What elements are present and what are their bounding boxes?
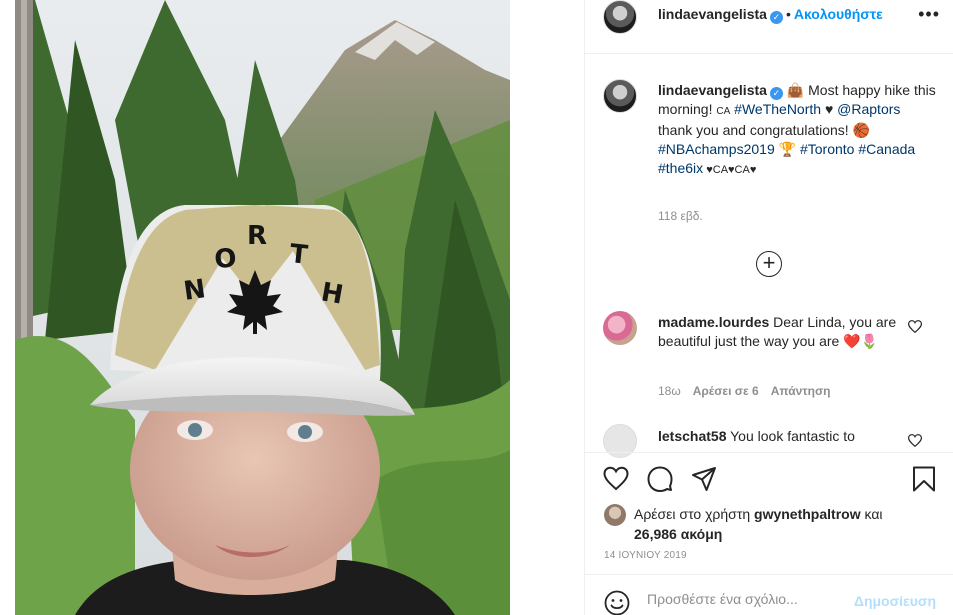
comment-bubble-icon[interactable] xyxy=(647,466,673,492)
photo-border-left xyxy=(0,0,15,615)
comment: madame.lourdes Dear Linda, you are beaut… xyxy=(658,313,910,351)
author-username[interactable]: lindaevangelista xyxy=(658,6,767,22)
more-options-icon[interactable]: ••• xyxy=(918,4,940,25)
share-send-icon[interactable] xyxy=(691,466,717,492)
comment-input[interactable] xyxy=(647,591,847,607)
svg-text:R: R xyxy=(247,221,267,251)
svg-text:N: N xyxy=(182,274,208,307)
likes-prefix: Αρέσει στο χρήστη xyxy=(634,506,755,522)
comment: letschat58 You look fantastic to xyxy=(658,427,910,451)
add-comment-bar: Δημοσίευση xyxy=(585,574,953,615)
post-header: lindaevangelista ✓ • Ακολουθήστε ••• xyxy=(585,0,953,54)
comment-timestamp[interactable]: 18ω xyxy=(658,384,681,398)
photo-border-right xyxy=(510,0,584,615)
save-bookmark-icon[interactable] xyxy=(911,466,937,492)
likes-summary: Αρέσει στο χρήστη gwynethpaltrow και 26,… xyxy=(634,504,934,544)
post-image: N O R T H xyxy=(15,0,510,615)
follow-button[interactable]: Ακολουθήστε xyxy=(794,6,883,22)
caption-avatar[interactable] xyxy=(603,79,637,113)
liker-avatar[interactable] xyxy=(604,504,626,526)
svg-text:T: T xyxy=(288,239,309,271)
mention-link[interactable]: @Raptors xyxy=(837,101,900,117)
reply-button[interactable]: Απάντηση xyxy=(771,384,831,398)
caption-username[interactable]: lindaevangelista xyxy=(658,82,767,98)
commenter-avatar[interactable] xyxy=(603,311,637,345)
verified-badge-icon: ✓ xyxy=(769,11,783,24)
post-photo[interactable]: N O R T H xyxy=(0,0,584,615)
comment-like-icon[interactable] xyxy=(908,434,922,447)
post-date[interactable]: 14 ΙΟΥΝΙΟΥ 2019 xyxy=(604,550,687,561)
caption-text: ♥ xyxy=(821,101,838,117)
post-sidebar: lindaevangelista ✓ • Ακολουθήστε ••• lindae… xyxy=(584,0,953,615)
caption-timestamp[interactable]: 118 εβδ. xyxy=(658,209,703,223)
separator-dot: • xyxy=(785,6,791,22)
hashtag-link[interactable]: #Toronto xyxy=(800,141,854,157)
author-avatar[interactable] xyxy=(603,0,637,34)
header-line: lindaevangelista ✓ • Ακολουθήστε xyxy=(658,6,883,24)
post-comment-button[interactable]: Δημοσίευση xyxy=(854,593,936,609)
liker-username[interactable]: gwynethpaltrow xyxy=(754,506,861,522)
comment-meta: 18ω Αρέσει σε 6 Απάντηση xyxy=(658,384,843,398)
post-caption: lindaevangelista ✓ 👜 Most happy hike this… xyxy=(658,81,938,180)
like-heart-icon[interactable] xyxy=(603,466,629,492)
comment-like-icon[interactable] xyxy=(908,320,922,333)
verified-badge-icon: ✓ xyxy=(769,87,783,100)
comment-text: You look fantastic to xyxy=(726,428,855,444)
hashtag-link[interactable]: #NBAchamps2019 xyxy=(658,141,775,157)
emoji-icon[interactable] xyxy=(604,590,630,615)
hashtag-link[interactable]: #Canada xyxy=(858,141,915,157)
likes-middle: και xyxy=(860,506,883,522)
caption-text: ♥CA♥CA♥ xyxy=(703,164,757,176)
commenter-username[interactable]: letschat58 xyxy=(658,428,726,444)
caption-text: 🏆 xyxy=(774,141,800,157)
likes-count[interactable]: 26,986 ακόμη xyxy=(634,526,722,542)
commenter-username[interactable]: madame.lourdes xyxy=(658,314,769,330)
load-more-comments-icon[interactable]: + xyxy=(756,251,782,277)
hashtag-link[interactable]: #the6ix xyxy=(658,160,703,176)
hashtag-link[interactable]: #WeTheNorth xyxy=(734,101,821,117)
caption-text: thank you and congratulations! 🏀 xyxy=(658,122,871,138)
flag-canada-icon: CA xyxy=(716,106,731,117)
comment-likes-count[interactable]: Αρέσει σε 6 xyxy=(693,384,759,398)
svg-text:O: O xyxy=(213,244,237,275)
